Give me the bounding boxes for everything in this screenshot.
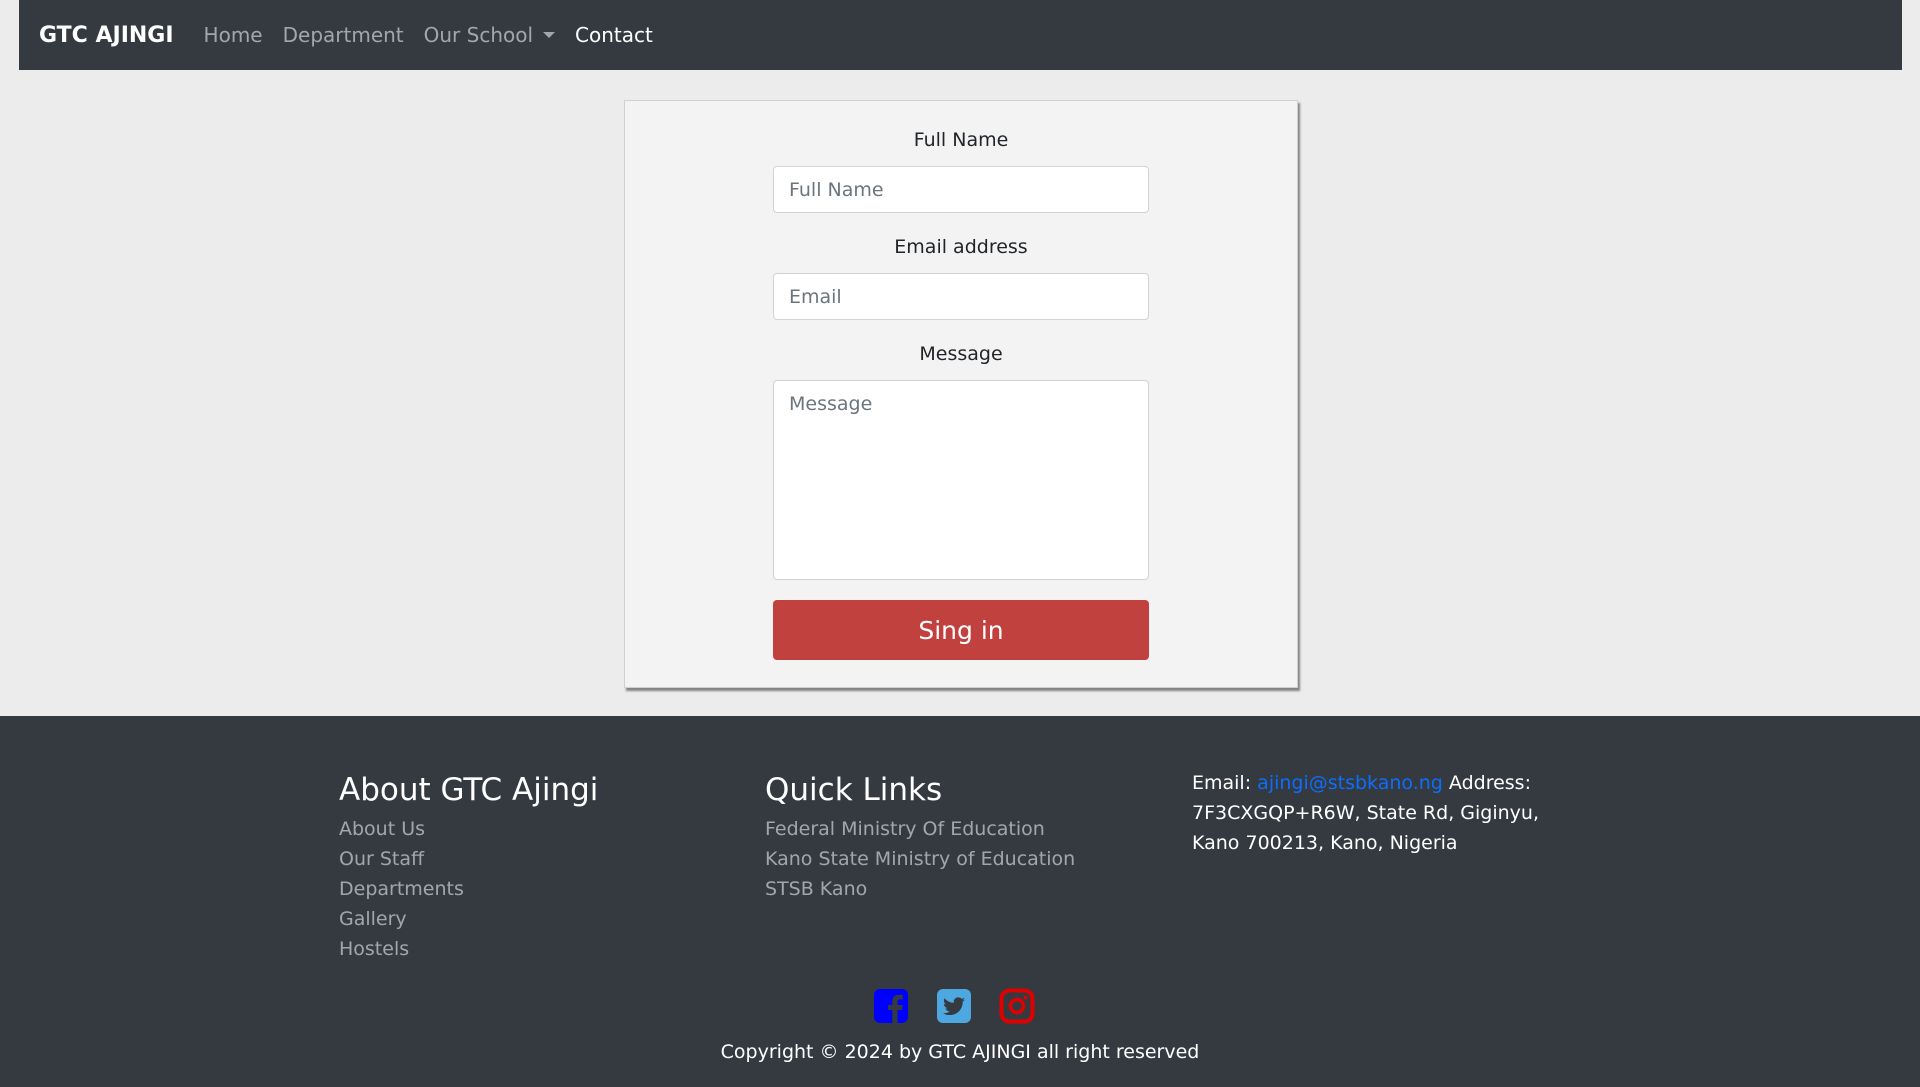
message-textarea[interactable] [773, 380, 1149, 580]
instagram-icon[interactable] [999, 988, 1035, 1024]
contact-info: Email: ajingi@stsbkano.ng Address: 7F3CX… [1192, 768, 1582, 858]
email-label: Email address [894, 236, 1028, 258]
nav-home[interactable]: Home [194, 23, 273, 47]
email-link[interactable]: ajingi@stsbkano.ng [1257, 772, 1443, 794]
brand-logo-text[interactable]: GTC AJINGI [39, 23, 174, 48]
caret-down-icon [543, 32, 556, 38]
full-name-input[interactable] [773, 166, 1149, 213]
footer-link-gallery[interactable]: Gallery [339, 904, 598, 934]
top-navbar: GTC AJINGI Home Department Our School Co… [19, 0, 1902, 70]
footer-link-federal-ministry[interactable]: Federal Ministry Of Education [765, 814, 1075, 844]
footer-link-stsb-kano[interactable]: STSB Kano [765, 874, 1075, 904]
footer-link-about-us[interactable]: About Us [339, 814, 598, 844]
address-text: 7F3CXGQP+R6W, State Rd, Giginyu, Kano 70… [1192, 802, 1539, 854]
nav-contact[interactable]: Contact [565, 23, 663, 47]
nav-our-school-label: Our School [423, 23, 534, 47]
about-heading: About GTC Ajingi [339, 772, 599, 808]
full-name-label: Full Name [913, 129, 1009, 151]
address-prefix: Address: [1448, 772, 1531, 794]
email-prefix: Email: [1192, 772, 1252, 794]
copyright-text: Copyright © 2024 by GTC AJINGI all right… [720, 1041, 1200, 1063]
nav-our-school-dropdown[interactable]: Our School [414, 23, 565, 47]
footer-link-kano-state-ministry[interactable]: Kano State Ministry of Education [765, 844, 1075, 874]
social-links [873, 988, 1035, 1024]
footer-link-departments[interactable]: Departments [339, 874, 598, 904]
twitter-icon[interactable] [936, 988, 972, 1024]
facebook-icon[interactable] [873, 988, 909, 1024]
contact-form-card: Full Name Email address Message Sing in [624, 100, 1298, 688]
nav-department[interactable]: Department [273, 23, 414, 47]
submit-button[interactable]: Sing in [773, 600, 1149, 660]
email-input[interactable] [773, 273, 1149, 320]
quick-links-column: Quick Links Federal Ministry Of Educatio… [765, 772, 1075, 904]
footer-link-hostels[interactable]: Hostels [339, 934, 598, 964]
about-column: About GTC Ajingi About Us Our Staff Depa… [339, 772, 598, 964]
message-label: Message [919, 343, 1003, 365]
site-footer: About GTC Ajingi About Us Our Staff Depa… [0, 716, 1920, 1087]
quick-links-heading: Quick Links [765, 772, 943, 808]
footer-link-our-staff[interactable]: Our Staff [339, 844, 598, 874]
